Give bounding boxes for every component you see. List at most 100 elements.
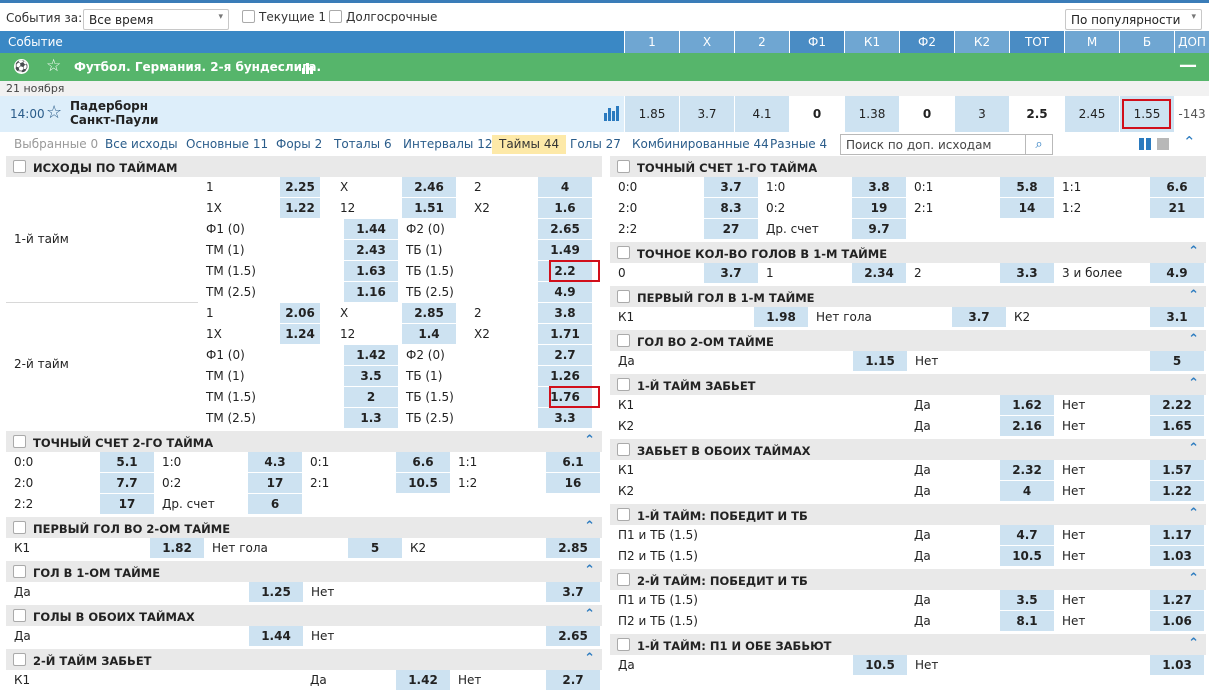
odd-cell[interactable]: 3.8 [538,303,592,323]
odd-cell[interactable]: 2 [344,387,398,407]
odd-cell[interactable]: 1.42 [396,670,450,690]
col-header-b[interactable]: Б [1119,31,1174,53]
teams[interactable]: Падерборн Санкт-Паули [70,99,158,127]
search-input[interactable]: Поиск по доп. исходам ⌕ [840,134,1053,155]
odd-cell[interactable]: 1.26 [538,366,592,386]
odd-cell[interactable]: 6 [248,494,302,514]
market-header[interactable]: 1-Й ТАЙМ: ПОБЕДИТ И ТБ ⌃ [610,504,1206,525]
odd-cell[interactable]: 1.16 [344,282,398,302]
collapse-icon[interactable]: ⌃ [584,519,595,534]
market-header[interactable]: 2-Й ТАЙМ ЗАБЬЕТ ⌃ [6,649,602,670]
checkbox-icon[interactable] [617,334,630,347]
odd-cell[interactable]: 3.7 [704,263,758,283]
market-header[interactable]: 2-Й ТАЙМ: ПОБЕДИТ И ТБ ⌃ [610,569,1206,590]
collapse-icon[interactable]: ⌃ [1188,244,1199,259]
tab-totals[interactable]: Тоталы 6 [327,135,399,154]
odd-cell[interactable]: 4.9 [538,282,592,302]
checkbox-icon[interactable] [617,290,630,303]
odd-cell[interactable]: 2.85 [546,538,600,558]
odd-cell[interactable]: 10.5 [396,473,450,493]
odd-cell[interactable]: 1.42 [344,345,398,365]
odd-cell[interactable]: 1.57 [1150,460,1204,480]
collapse-icon[interactable]: ⌃ [584,433,595,448]
longterm-checkbox[interactable]: Долгосрочные [329,10,437,24]
odd-cell[interactable]: 8.3 [704,198,758,218]
col-header-2[interactable]: 2 [734,31,789,53]
checkbox-icon[interactable] [13,653,26,666]
two-column-view-icon[interactable] [1139,138,1151,150]
col-header-m[interactable]: М [1064,31,1119,53]
collapse-icon[interactable]: ⌃ [584,651,595,666]
tab-misc[interactable]: Разные 4 [763,135,834,154]
odd-cell[interactable]: 1.22 [1150,481,1204,501]
star-icon[interactable]: ☆ [46,102,62,123]
odd-cell[interactable]: 1.51 [402,198,456,218]
tab-halves[interactable]: Таймы 44 [492,135,567,154]
odd-cell[interactable]: 6.6 [1150,177,1204,197]
checkbox-icon[interactable] [617,508,630,521]
checkbox-icon[interactable] [617,573,630,586]
checkbox-icon[interactable] [617,246,630,259]
checkbox-icon[interactable] [617,378,630,391]
market-header[interactable]: ПЕРВЫЙ ГОЛ В 1-М ТАЙМЕ ⌃ [610,286,1206,307]
odd-x[interactable]: 3.7 [679,96,734,132]
market-header[interactable]: ПЕРВЫЙ ГОЛ ВО 2-ОМ ТАЙМЕ ⌃ [6,517,602,538]
odd-cell[interactable]: 1.03 [1150,655,1204,675]
tab-all[interactable]: Все исходы [98,135,185,154]
stats-icon[interactable] [604,106,620,121]
odd-cell[interactable]: 4.9 [1150,263,1204,283]
one-column-view-icon[interactable] [1157,138,1169,150]
odd-cell[interactable]: 3.3 [538,408,592,428]
col-header-extra[interactable]: ДОП [1174,31,1209,53]
checkbox-icon[interactable] [13,609,26,622]
odd-cell[interactable]: 14 [1000,198,1054,218]
odd-cell[interactable]: 1.22 [280,198,320,218]
odd-cell[interactable]: 2.22 [1150,395,1204,415]
tab-selected[interactable]: Выбранные 0 [7,135,105,154]
collapse-icon[interactable]: ⌃ [1188,441,1199,456]
odd-cell[interactable]: 9.7 [852,219,906,239]
league-header[interactable]: ⚽ ☆ Футбол. Германия. 2-я бундеслига. — [0,53,1209,81]
odd-cell[interactable]: 2.85 [402,303,456,323]
checkbox-icon[interactable] [617,638,630,651]
odd-cell[interactable]: 5 [348,538,402,558]
odd-cell[interactable]: 4 [1000,481,1054,501]
odd-cell[interactable]: 2.7 [538,345,592,365]
odd-cell[interactable]: 4.7 [1000,525,1054,545]
odd-cell[interactable]: 8.1 [1000,611,1054,631]
odd-cell[interactable]: 2.16 [1000,416,1054,436]
col-header-f1[interactable]: Ф1 [789,31,844,53]
odd-cell[interactable]: 21 [1150,198,1204,218]
col-header-x[interactable]: X [679,31,734,53]
collapse-icon[interactable]: ⌃ [1188,636,1199,651]
odd-cell[interactable]: 1.15 [853,351,907,371]
odd-cell[interactable]: 6.6 [396,452,450,472]
collapse-icon[interactable]: ⌃ [1188,571,1199,586]
odd-cell[interactable]: 1.24 [280,324,320,344]
tab-intervals[interactable]: Интервалы 12 [396,135,499,154]
odd-cell[interactable]: 27 [704,219,758,239]
odd-cell[interactable]: 1.17 [1150,525,1204,545]
odd-cell[interactable]: 3.7 [704,177,758,197]
odd-cell[interactable]: 2.32 [1000,460,1054,480]
odd-cell[interactable]: 1.49 [538,240,592,260]
checkbox-icon[interactable] [13,435,26,448]
odd-cell[interactable]: 2.65 [546,626,600,646]
collapse-icon[interactable]: ⌃ [1188,376,1199,391]
col-header-tot[interactable]: ТОТ [1009,31,1064,53]
odd-k2[interactable]: 3 [954,96,1009,132]
odd-cell[interactable]: 2.65 [538,219,592,239]
collapse-icon[interactable]: ⌃ [1188,332,1199,347]
tab-handicaps[interactable]: Форы 2 [269,135,329,154]
odd-cell[interactable]: 10.5 [853,655,907,675]
collapse-icon[interactable]: ⌃ [1188,506,1199,521]
odd-cell[interactable]: 2.43 [344,240,398,260]
odd-1[interactable]: 1.85 [624,96,679,132]
odd-cell[interactable]: 1.27 [1150,590,1204,610]
odd-cell[interactable]: 3.7 [546,582,600,602]
tab-combined[interactable]: Комбинированные 44 [625,135,776,154]
odd-cell[interactable]: 2.06 [280,303,320,323]
market-header[interactable]: 1-Й ТАЙМ: П1 И ОБЕ ЗАБЬЮТ ⌃ [610,634,1206,655]
odd-cell[interactable]: 19 [852,198,906,218]
odd-cell[interactable]: 1.82 [150,538,204,558]
